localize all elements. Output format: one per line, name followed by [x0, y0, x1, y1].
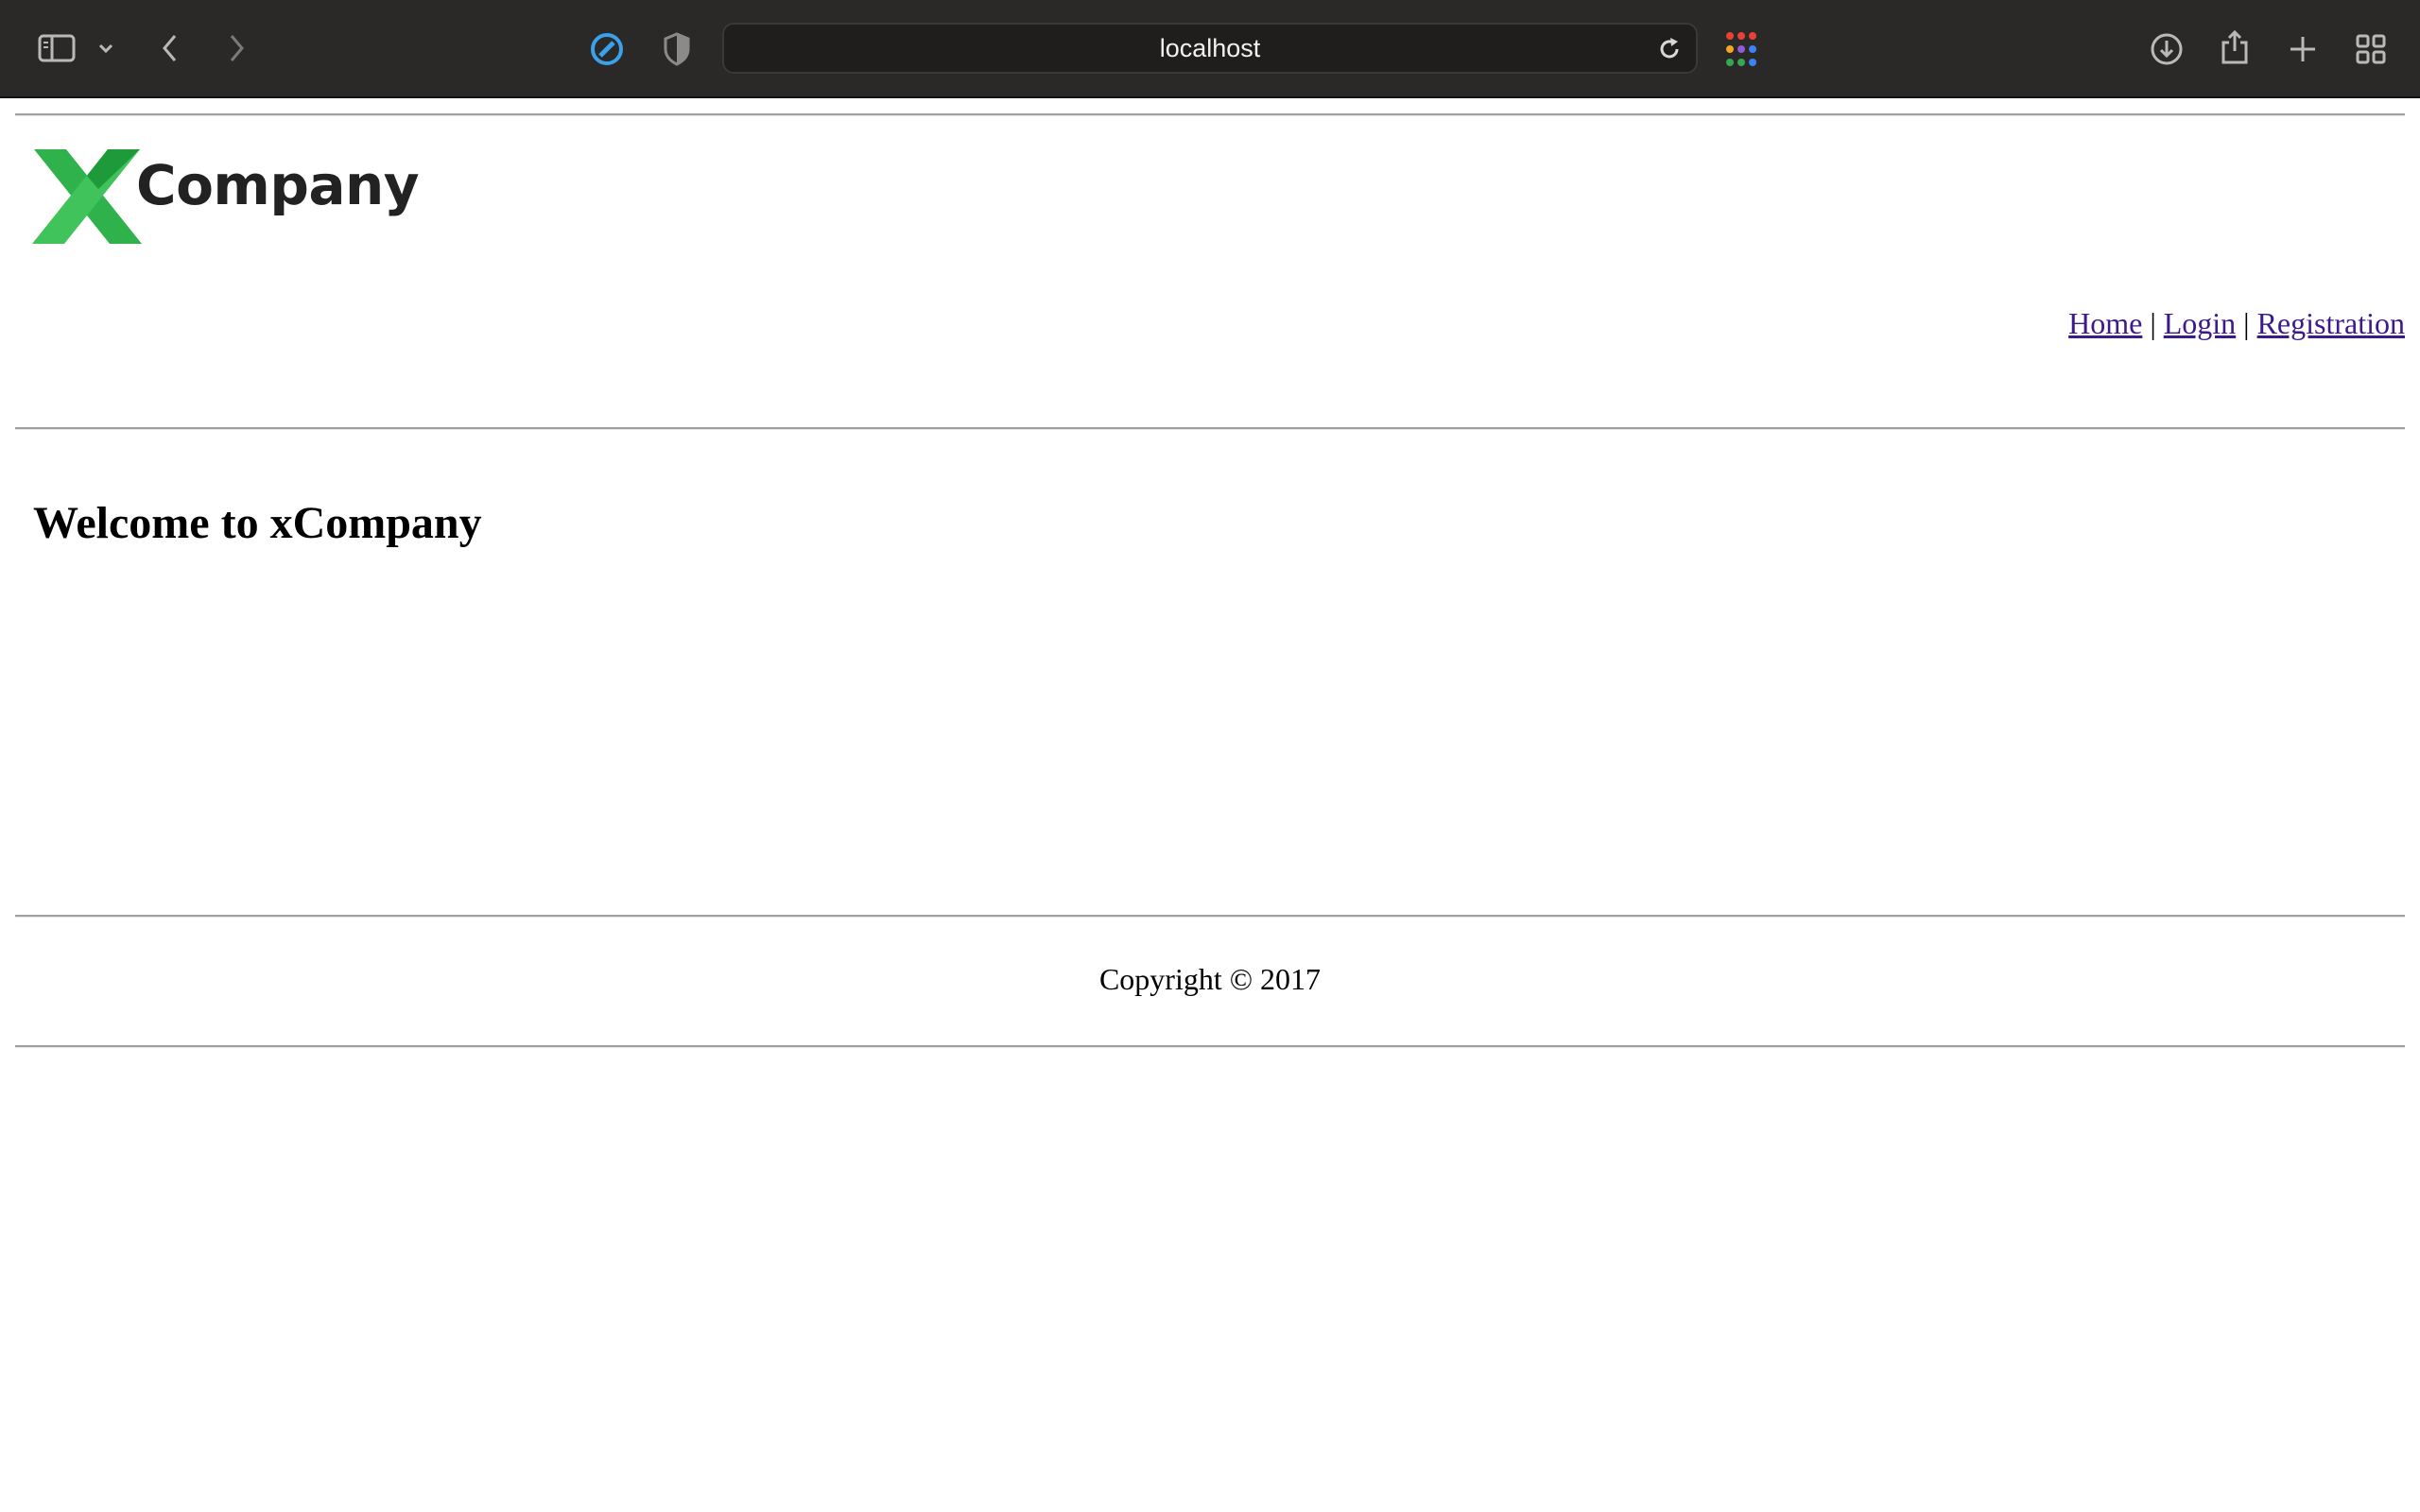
shield-icon[interactable]: [658, 30, 696, 68]
logo-text: Company: [136, 153, 420, 217]
main-navigation: Home | Login | Registration: [2068, 306, 2405, 341]
chevron-left-icon[interactable]: [153, 30, 187, 66]
url-text: localhost: [1159, 33, 1261, 62]
header-top-rule: [15, 113, 2405, 116]
header-bottom-rule: [15, 427, 2405, 430]
sidebar-icon[interactable]: [34, 30, 79, 66]
compass-icon[interactable]: [588, 30, 626, 68]
company-logo[interactable]: Company: [32, 147, 420, 251]
nav-separator: |: [2243, 306, 2250, 340]
plus-icon[interactable]: [2282, 28, 2324, 70]
tab-overview-icon[interactable]: [2350, 28, 2392, 70]
browser-toolbar: localhost: [0, 0, 2420, 98]
page-heading: Welcome to xCompany: [33, 498, 482, 548]
nav-link-home[interactable]: Home: [2068, 306, 2142, 340]
nav-separator: |: [2150, 306, 2156, 340]
address-bar[interactable]: localhost: [722, 23, 1698, 74]
web-page: Company Home | Login | Registration Welcome …: [0, 100, 2420, 1512]
logo-x-mark: [32, 149, 142, 244]
chevron-down-icon[interactable]: [93, 36, 119, 60]
nav-link-registration[interactable]: Registration: [2257, 306, 2405, 340]
grid-dots-icon[interactable]: [1720, 28, 1762, 70]
footer-top-rule: [15, 915, 2405, 918]
nav-link-login[interactable]: Login: [2164, 306, 2236, 340]
footer-bottom-rule: [15, 1045, 2405, 1048]
reload-icon[interactable]: [1652, 32, 1686, 66]
share-icon[interactable]: [2214, 26, 2256, 68]
copyright-text: Copyright © 2017: [1098, 962, 1322, 996]
download-icon[interactable]: [2146, 28, 2187, 70]
chevron-right-icon[interactable]: [219, 30, 253, 66]
